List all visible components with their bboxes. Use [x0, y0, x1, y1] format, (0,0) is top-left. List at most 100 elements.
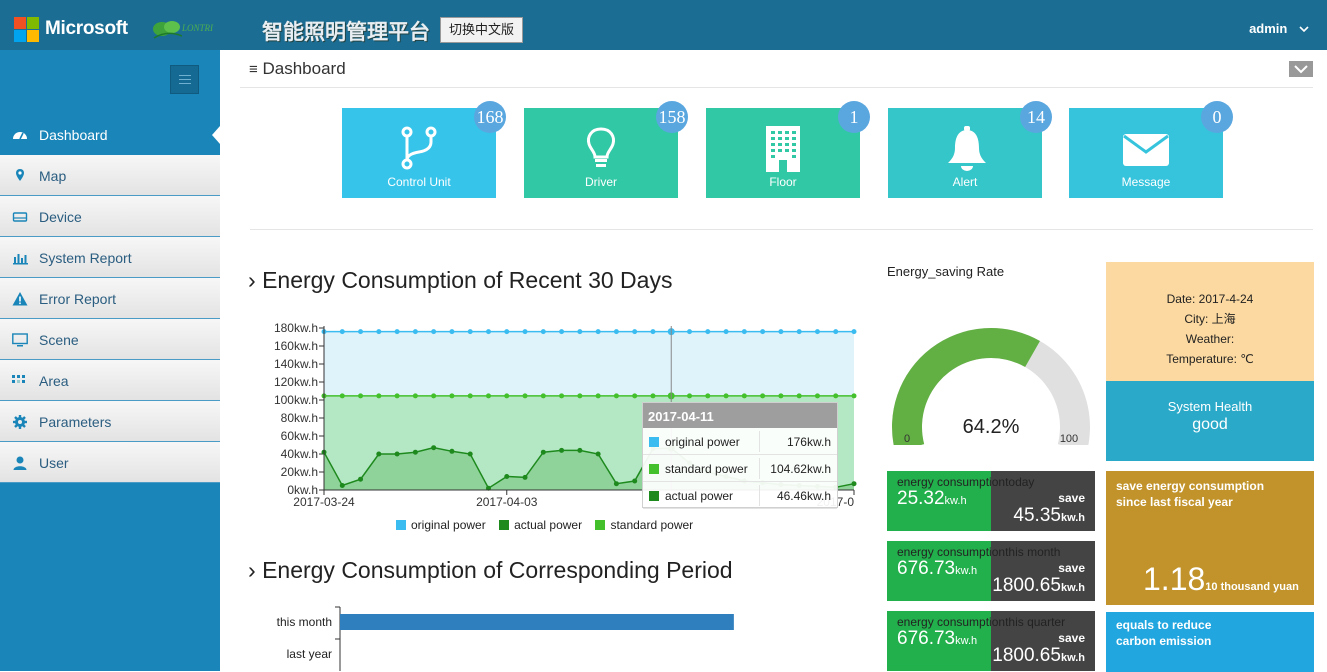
stat-save-label: save — [1058, 631, 1085, 645]
tile-message[interactable]: Message 0 — [1069, 101, 1233, 198]
standard-power-point — [559, 393, 565, 399]
standard-power-point — [741, 393, 747, 399]
original-power-point — [339, 329, 345, 335]
sidebar-item-user[interactable]: User — [0, 442, 220, 483]
original-power-point — [467, 329, 473, 335]
warning-icon — [12, 292, 28, 306]
actual-power-point — [431, 445, 437, 451]
page-header: ≡ Dashboard — [240, 50, 1313, 88]
info-city: City: 上海 — [1184, 312, 1236, 326]
sidebar-item-map[interactable]: Map — [0, 155, 220, 196]
sidebar-item-device[interactable]: Device — [0, 196, 220, 237]
stat-save-label: save — [1058, 491, 1085, 505]
map-marker-icon — [16, 169, 24, 181]
standard-power-point — [376, 393, 382, 399]
user-icon — [13, 456, 27, 470]
standard-power-point — [522, 393, 528, 399]
category-label: last year — [287, 647, 332, 661]
user-menu[interactable]: admin — [1249, 21, 1309, 36]
fiscal-caption: save energy consumption since last fisca… — [1116, 479, 1265, 509]
sidebar-item-area[interactable]: Area — [0, 360, 220, 401]
standard-power-point — [339, 393, 345, 399]
actual-power-point — [851, 481, 857, 487]
sidebar-toggle-button[interactable] — [170, 65, 199, 94]
standard-power-point — [760, 393, 766, 399]
gauge-title: Energy_saving Rate — [887, 264, 1005, 279]
actual-power-point — [522, 474, 528, 480]
actual-power-point — [504, 474, 510, 479]
tooltip-date: 2017-04-11 — [643, 403, 837, 428]
actual-power-point — [540, 449, 546, 455]
collapse-button[interactable] — [1289, 61, 1313, 77]
chart-legend: original power actual power standard pow… — [396, 518, 703, 532]
original-power-point — [778, 329, 784, 335]
original-power-point — [796, 329, 802, 335]
sidebar-item-error-report[interactable]: Error Report — [0, 278, 220, 319]
original-power-point — [760, 329, 766, 335]
grid-icon — [12, 375, 25, 383]
standard-power-point — [394, 393, 400, 399]
fiscal-savings-box: save energy consumption since last fisca… — [1106, 471, 1314, 605]
health-label: System Health — [1167, 399, 1253, 414]
carbon-caption: equals to reduce carbon emission — [1116, 618, 1212, 648]
stat-save-label: save — [1058, 561, 1085, 575]
gear-icon — [13, 415, 27, 429]
original-power-point — [705, 329, 711, 335]
legend-item-original[interactable]: original power — [396, 518, 486, 532]
tile-floor[interactable]: Floor 1 — [706, 101, 870, 198]
sidebar-item-label: Parameters — [39, 414, 112, 430]
carbon-emission-box: equals to reduce carbon emission — [1106, 612, 1314, 672]
energy-saving-gauge: 64.2% 0 100 — [892, 328, 1090, 445]
tooltip-row: original power 176kw.h — [643, 428, 837, 455]
y-tick-label: 160kw.h — [274, 339, 318, 353]
x-tick-label: 2017-04-03 — [476, 495, 538, 509]
original-power-point — [485, 329, 491, 335]
sidebar-item-system-report[interactable]: System Report — [0, 237, 220, 278]
envelope-icon — [1123, 134, 1169, 166]
original-power-point — [577, 329, 583, 335]
original-power-point — [595, 329, 601, 335]
partner-logo-text: LONTRI — [182, 23, 214, 33]
main-content: ≡ Dashboard Control Unit 168 Driver 158 — [220, 50, 1327, 672]
tile-driver[interactable]: Driver 158 — [524, 101, 688, 198]
sidebar-item-label: Scene — [39, 332, 79, 348]
actual-power-point — [412, 449, 418, 455]
original-power-point — [833, 329, 839, 335]
tile-alert[interactable]: Alert 14 — [888, 101, 1052, 198]
info-date: Date: 2017-4-24 — [1166, 292, 1254, 306]
sidebar-item-label: Area — [39, 373, 69, 389]
menu-icon: ≡ — [249, 61, 258, 78]
standard-power-point — [705, 393, 711, 399]
original-power-point — [522, 329, 528, 335]
tile-control-unit[interactable]: Control Unit 168 — [342, 101, 506, 198]
y-tick-label: 40kw.h — [281, 447, 318, 461]
info-temperature: Temperature: ℃ — [1166, 352, 1254, 366]
sidebar-item-label: Error Report — [39, 291, 117, 307]
standard-power-point — [577, 393, 583, 399]
chart-tooltip: 2017-04-11 original power 176kw.h standa… — [642, 402, 838, 509]
legend-item-standard[interactable]: standard power — [595, 518, 693, 532]
standard-power-point — [851, 393, 857, 399]
corresponding-period-chart[interactable]: this month last year — [250, 603, 870, 671]
top-bar: Microsoft LONTRI 智能照明管理平台 切换中文版 admin — [0, 0, 1327, 50]
standard-power-point — [412, 393, 418, 399]
device-icon — [12, 212, 28, 222]
standard-power-point — [431, 393, 437, 399]
sidebar-item-parameters[interactable]: Parameters — [0, 401, 220, 442]
standard-power-point — [595, 393, 601, 399]
y-tick-label: 120kw.h — [274, 375, 318, 389]
language-switch-button[interactable]: 切换中文版 — [440, 17, 524, 43]
sidebar-item-dashboard[interactable]: Dashboard — [0, 114, 220, 155]
platform-title: 智能照明管理平台 — [262, 21, 430, 44]
original-power-point — [650, 329, 656, 335]
lightbulb-icon — [587, 127, 615, 167]
tile-count-badge: 158 — [656, 101, 688, 133]
bar-chart-icon — [13, 254, 28, 265]
legend-item-actual[interactable]: actual power — [499, 518, 582, 532]
sidebar-item-scene[interactable]: Scene — [0, 319, 220, 360]
stat-save-value: 1800.65kw.h — [992, 645, 1085, 666]
section-title-period: › Energy Consumption of Corresponding Pe… — [248, 557, 733, 583]
health-value: good — [1192, 416, 1228, 433]
actual-power-point — [394, 451, 400, 457]
standard-power-point — [723, 393, 729, 399]
